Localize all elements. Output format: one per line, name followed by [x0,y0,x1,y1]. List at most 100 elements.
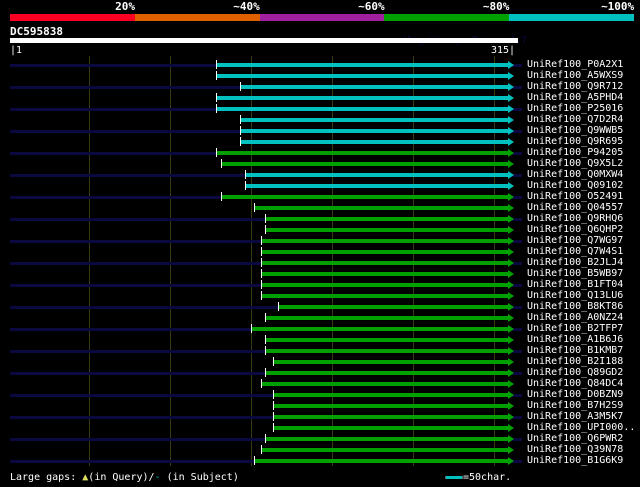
hit-bar[interactable] [260,283,508,287]
hit-start-marker [260,445,262,454]
hit-bar[interactable] [260,382,508,386]
hit-label[interactable]: UniRef100_A3M5K7 [527,411,623,422]
hit-bar[interactable] [260,239,508,243]
hit-bar[interactable] [273,404,508,408]
hit-bar[interactable] [220,162,508,166]
hit-bar[interactable] [265,316,508,320]
hit-label[interactable]: UniRef100_Q84DC4 [527,378,623,389]
hit-label[interactable]: UniRef100_O52491 [527,191,623,202]
hit-label[interactable]: UniRef100_Q04557 [527,202,623,213]
hit-bar[interactable] [239,85,508,89]
hit-start-marker [273,390,275,399]
gaps-label: Large gaps: [10,472,77,483]
hit-label[interactable]: UniRef100_P94205 [527,147,623,158]
hit-label[interactable]: UniRef100_P25016 [527,103,623,114]
hit-label[interactable]: UniRef100_B1G6K9 [527,455,623,466]
hit-start-marker [239,115,241,124]
hit-label[interactable]: UniRef100_P0A2X1 [527,59,623,70]
hit-start-marker [265,335,267,344]
grid-line [170,56,171,466]
hit-bar[interactable] [265,338,508,342]
hit-label[interactable]: UniRef100_Q7W4S1 [527,246,623,257]
hit-label[interactable]: UniRef100_Q13LU6 [527,290,623,301]
hit-label[interactable]: UniRef100_Q9RHQ6 [527,213,623,224]
arrow-right-icon [508,259,514,267]
arrow-right-icon [508,171,514,179]
arrow-right-icon [508,127,514,135]
hit-bar[interactable] [273,393,508,397]
arrow-right-icon [508,270,514,278]
hit-bar[interactable] [216,63,508,67]
arrow-right-icon [508,347,514,355]
hit-label[interactable]: UniRef100_A5WXS9 [527,70,623,81]
hit-label[interactable]: UniRef100_Q89GD2 [527,367,623,378]
arrow-right-icon [508,138,514,146]
hit-bar[interactable] [265,437,508,441]
hit-label[interactable]: UniRef100_Q7D2R4 [527,114,623,125]
hit-bar[interactable] [265,217,508,221]
hit-start-marker [260,258,262,267]
hit-bar[interactable] [239,129,508,133]
hit-bar[interactable] [265,228,508,232]
hit-label[interactable]: UniRef100_Q7WG97 [527,235,623,246]
hit-label[interactable]: UniRef100_D0BZN9 [527,389,623,400]
hit-bar[interactable] [216,151,508,155]
hit-start-marker [220,192,222,201]
hit-start-marker [254,203,256,212]
hit-start-marker [265,225,267,234]
hit-bar[interactable] [244,173,508,177]
hit-bar[interactable] [216,74,508,78]
hit-label[interactable]: UniRef100_Q0MXW4 [527,169,623,180]
hit-bar[interactable] [260,250,508,254]
hit-bar[interactable] [260,261,508,265]
hit-label[interactable]: UniRef100_Q6PWR2 [527,433,623,444]
hit-bar[interactable] [265,371,508,375]
hit-label[interactable]: UniRef100_Q39N78 [527,444,623,455]
hit-label[interactable]: UniRef100_B8KT86 [527,301,623,312]
hit-bar[interactable] [260,294,508,298]
identity-segment [259,14,385,21]
hit-label[interactable]: UniRef100_Q9R712 [527,81,623,92]
hit-bar[interactable] [216,96,508,100]
hit-start-marker [239,126,241,135]
hit-bar[interactable] [273,426,508,430]
hit-bar[interactable] [260,272,508,276]
arrow-right-icon [508,248,514,256]
hit-label[interactable]: UniRef100_Q09102 [527,180,623,191]
hit-label[interactable]: UniRef100_B1FT04 [527,279,623,290]
hit-bar[interactable] [251,327,508,331]
hit-label[interactable]: UniRef100_Q6QHP2 [527,224,623,235]
hit-bar[interactable] [254,206,508,210]
hit-label[interactable]: UniRef100_B2JLJ4 [527,257,623,268]
hit-bar[interactable] [278,305,508,309]
hit-start-marker [260,280,262,289]
hit-label[interactable]: UniRef100_A5PHD4 [527,92,623,103]
hit-bar[interactable] [239,140,508,144]
hit-bar[interactable] [265,349,508,353]
hit-label[interactable]: UniRef100_B5WB97 [527,268,623,279]
hit-bar[interactable] [273,360,508,364]
hit-label[interactable]: UniRef100_A1B6J6 [527,334,623,345]
arrow-right-icon [508,358,514,366]
hit-label[interactable]: UniRef100_A0NZ24 [527,312,623,323]
hit-start-marker [216,148,218,157]
arrow-right-icon [508,149,514,157]
hit-bar[interactable] [244,184,508,188]
hit-label[interactable]: UniRef100_B2TFP7 [527,323,623,334]
hit-label[interactable]: UniRef100_Q9X5L2 [527,158,623,169]
hit-label[interactable]: UniRef100_Q9WWB5 [527,125,623,136]
hit-bar[interactable] [273,415,508,419]
hit-label[interactable]: UniRef100_B2I188 [527,356,623,367]
hit-bar[interactable] [216,107,508,111]
hit-bar[interactable] [239,118,508,122]
hit-label[interactable]: UniRef100_B7H2S9 [527,400,623,411]
alignment-view: 20%~40%~60%~80%~100% DC595838 AlignView.… [0,0,640,487]
hit-bar[interactable] [260,448,508,452]
hit-label[interactable]: UniRef100_UPI000.. [527,422,635,433]
hit-label[interactable]: UniRef100_B1KMB7 [527,345,623,356]
hit-bar[interactable] [220,195,508,199]
hit-start-marker [265,214,267,223]
hit-bar[interactable] [254,459,508,463]
hit-label[interactable]: UniRef100_Q9R695 [527,136,623,147]
grid-line [89,56,90,466]
